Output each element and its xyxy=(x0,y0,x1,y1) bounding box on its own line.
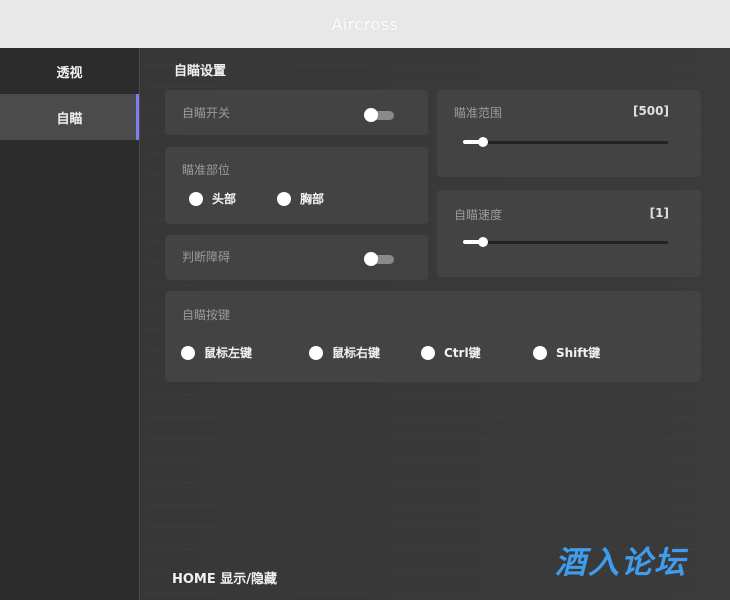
main-panel: 自瞄设置 自瞄开关 瞄准部位 头部 胸部 判断障碍 瞄准范围 [500] 自瞄速… xyxy=(141,48,730,600)
radio-label: 鼠标右键 xyxy=(332,346,381,360)
sidebar-item-esp[interactable]: 透视 xyxy=(0,48,139,94)
aim-speed-card: 自瞄速度 [1] xyxy=(437,190,701,277)
sidebar-item-label: 透视 xyxy=(56,65,83,81)
obstacle-toggle-card: 判断障碍 xyxy=(165,235,428,280)
section-title: 自瞄设置 xyxy=(174,64,227,79)
radio-mouse-left[interactable]: 鼠标左键 xyxy=(181,344,252,361)
aim-range-card: 瞄准范围 [500] xyxy=(437,90,701,177)
sidebar: 透视 自瞄 xyxy=(0,48,140,600)
radio-head[interactable]: 头部 xyxy=(189,190,236,207)
radio-label: 头部 xyxy=(212,192,237,206)
aim-toggle-label: 自瞄开关 xyxy=(182,106,231,120)
radio-mouse-right[interactable]: 鼠标右键 xyxy=(309,344,380,361)
radio-shift[interactable]: Shift键 xyxy=(533,344,600,361)
sidebar-item-label: 自瞄 xyxy=(56,111,83,127)
radio-dot xyxy=(189,191,203,206)
radio-label: 鼠标左键 xyxy=(204,346,253,360)
aim-key-label: 自瞄按键 xyxy=(182,308,231,322)
slider-rail xyxy=(463,241,668,244)
radio-label: Ctrl键 xyxy=(444,346,481,360)
radio-dot xyxy=(421,345,435,360)
aim-range-value: [500] xyxy=(632,104,669,118)
toggle-knob xyxy=(364,252,378,266)
radio-label: 胸部 xyxy=(300,192,325,206)
aim-range-slider[interactable] xyxy=(463,137,668,147)
aim-speed-value: [1] xyxy=(649,206,669,220)
aim-toggle-switch[interactable] xyxy=(364,108,394,122)
slider-thumb[interactable] xyxy=(478,237,488,247)
radio-dot xyxy=(533,345,547,360)
radio-dot xyxy=(309,345,323,360)
title-bar[interactable]: Aircross xyxy=(0,0,730,48)
forum-watermark: 酒入论坛 xyxy=(555,545,687,581)
radio-dot xyxy=(181,345,195,360)
slider-rail xyxy=(463,141,668,144)
aim-part-card: 瞄准部位 头部 胸部 xyxy=(165,147,428,224)
obstacle-toggle-switch[interactable] xyxy=(364,252,394,266)
radio-label: Shift键 xyxy=(556,346,601,360)
aim-range-label: 瞄准范围 xyxy=(454,106,503,120)
radio-chest[interactable]: 胸部 xyxy=(277,190,324,207)
window-title: Aircross xyxy=(331,14,399,34)
obstacle-toggle-label: 判断障碍 xyxy=(182,250,231,264)
toggle-knob xyxy=(364,108,378,122)
aim-speed-slider[interactable] xyxy=(463,237,668,247)
radio-dot xyxy=(277,191,291,206)
aim-key-card: 自瞄按键 鼠标左键 鼠标右键 Ctrl键 Shift键 xyxy=(165,291,701,382)
radio-ctrl[interactable]: Ctrl键 xyxy=(421,344,481,361)
slider-thumb[interactable] xyxy=(478,137,488,147)
aim-toggle-card: 自瞄开关 xyxy=(165,90,428,135)
sidebar-item-aimbot[interactable]: 自瞄 xyxy=(0,94,139,140)
aim-speed-label: 自瞄速度 xyxy=(454,208,503,222)
visibility-hint: HOME 显示/隐藏 xyxy=(172,572,278,587)
aim-part-label: 瞄准部位 xyxy=(182,163,231,177)
